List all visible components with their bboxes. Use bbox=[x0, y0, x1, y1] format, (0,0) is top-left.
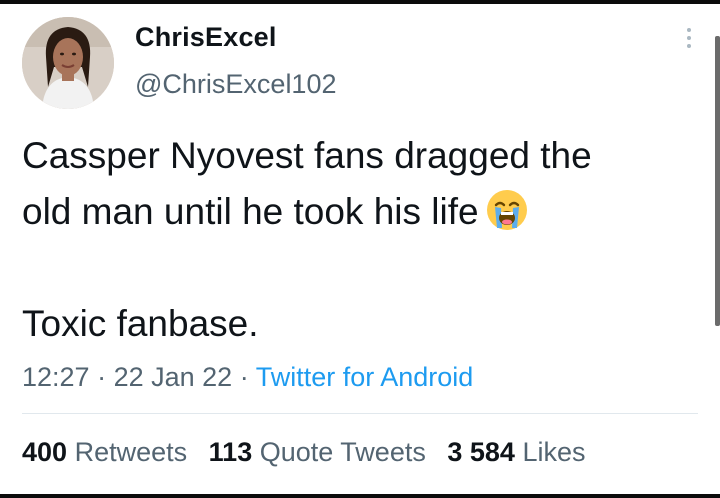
retweets-count: 400 bbox=[22, 437, 68, 467]
tweet-text-line-3: Toxic fanbase. bbox=[22, 303, 259, 344]
author-handle[interactable]: @ChrisExcel102 bbox=[135, 69, 337, 100]
avatar[interactable] bbox=[22, 17, 114, 109]
author-display-name[interactable]: ChrisExcel bbox=[135, 22, 277, 53]
likes-label: Likes bbox=[522, 437, 586, 467]
avatar-image bbox=[22, 17, 114, 109]
retweets-label: Retweets bbox=[74, 437, 188, 467]
tweet-text-line-2: old man until he took his life bbox=[22, 191, 479, 232]
quote-tweets-count: 113 bbox=[208, 437, 253, 467]
tweet-source-link[interactable]: Twitter for Android bbox=[256, 362, 474, 392]
tweet-text-line-1: Cassper Nyovest fans dragged the bbox=[22, 135, 592, 176]
more-options-icon[interactable] bbox=[682, 28, 696, 58]
meta-separator: · bbox=[89, 362, 114, 392]
divider bbox=[22, 413, 698, 414]
likes-stat[interactable]: 3 584 Likes bbox=[447, 437, 585, 467]
tweet-body: Cassper Nyovest fans dragged the old man… bbox=[22, 128, 712, 240]
likes-count: 3 584 bbox=[447, 437, 515, 467]
quote-tweets-stat[interactable]: 113 Quote Tweets bbox=[209, 437, 426, 467]
tweet-text-line-2-wrap: old man until he took his life bbox=[22, 184, 712, 240]
loudly-crying-face-icon bbox=[485, 188, 529, 232]
retweets-stat[interactable]: 400 Retweets bbox=[22, 437, 187, 467]
quote-tweets-label: Quote Tweets bbox=[259, 437, 426, 467]
top-border bbox=[0, 0, 720, 4]
tweet-date[interactable]: 22 Jan 22 bbox=[114, 362, 233, 392]
scrollbar[interactable] bbox=[715, 36, 720, 326]
tweet-time[interactable]: 12:27 bbox=[22, 362, 90, 392]
bottom-border bbox=[0, 494, 720, 498]
tweet-stats: 400 Retweets 113 Quote Tweets 3 584 Like… bbox=[22, 437, 599, 468]
meta-separator: · bbox=[232, 362, 256, 392]
tweet-meta: 12:27 · 22 Jan 22 · Twitter for Android bbox=[22, 362, 473, 393]
tweet-screenshot: ChrisExcel @ChrisExcel102 Cassper Nyoves… bbox=[0, 0, 720, 498]
